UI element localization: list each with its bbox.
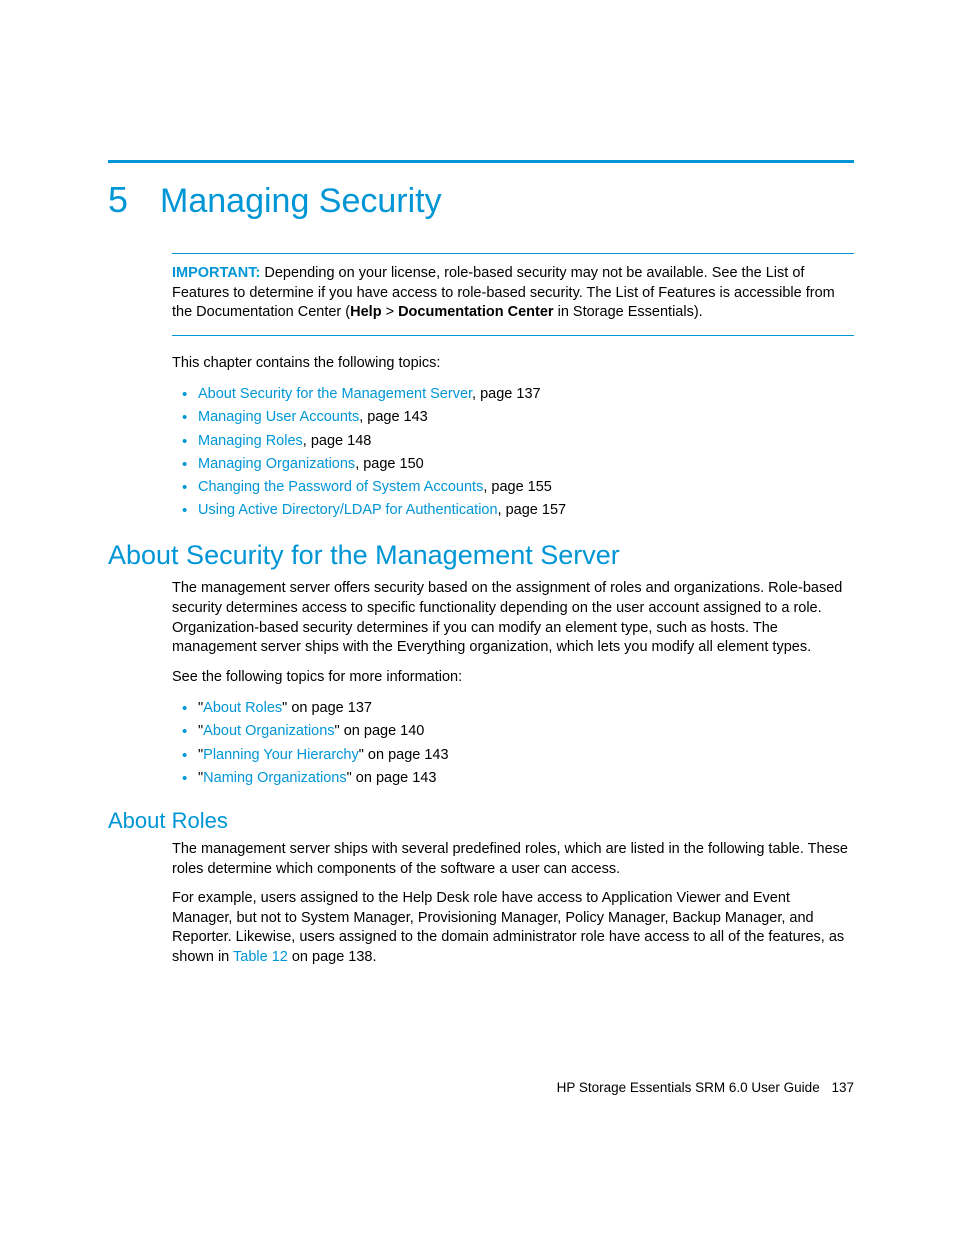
- section2-para2: For example, users assigned to the Help …: [172, 889, 854, 967]
- topic-suffix: , page 143: [359, 409, 428, 425]
- list-item: Managing Organizations, page 150: [172, 453, 854, 476]
- topic-link[interactable]: Using Active Directory/LDAP for Authenti…: [198, 502, 498, 518]
- topic-suffix: , page 155: [483, 479, 552, 495]
- important-callout: IMPORTANT: Depending on your license, ro…: [172, 253, 854, 336]
- q: " on page 137: [282, 700, 372, 716]
- chapter-topics-list: About Security for the Management Server…: [172, 383, 854, 522]
- section1-para1: The management server offers security ba…: [172, 579, 854, 657]
- intro-paragraph: This chapter contains the following topi…: [172, 354, 854, 374]
- topic-suffix: , page 148: [303, 433, 372, 449]
- subsection-heading: About Roles: [108, 808, 854, 834]
- list-item: About Security for the Management Server…: [172, 383, 854, 406]
- subtopics-list: "About Roles" on page 137 "About Organiz…: [172, 697, 854, 790]
- topic-link[interactable]: Changing the Password of System Accounts: [198, 479, 483, 495]
- subtopic-link[interactable]: Planning Your Hierarchy: [203, 747, 359, 763]
- q: " on page 140: [335, 723, 425, 739]
- list-item: "About Roles" on page 137: [172, 697, 854, 720]
- section2-para1: The management server ships with several…: [172, 840, 854, 879]
- list-item: "Planning Your Hierarchy" on page 143: [172, 744, 854, 767]
- chapter-number: 5: [108, 179, 128, 221]
- subtopic-link[interactable]: About Organizations: [203, 723, 334, 739]
- list-item: "About Organizations" on page 140: [172, 720, 854, 743]
- table-link[interactable]: Table 12: [233, 949, 288, 965]
- subtopic-link[interactable]: About Roles: [203, 700, 282, 716]
- list-item: Changing the Password of System Accounts…: [172, 476, 854, 499]
- q: " on page 143: [347, 770, 437, 786]
- q: " on page 143: [359, 747, 449, 763]
- topic-suffix: , page 137: [472, 386, 541, 402]
- page-number: 137: [831, 1080, 854, 1095]
- section-heading: About Security for the Management Server: [108, 540, 854, 571]
- list-item: Managing Roles, page 148: [172, 430, 854, 453]
- page-footer: HP Storage Essentials SRM 6.0 User Guide…: [557, 1080, 854, 1095]
- section2-para2b: on page 138.: [288, 949, 377, 965]
- chapter-header: 5 Managing Security: [108, 179, 854, 221]
- subtopic-link[interactable]: Naming Organizations: [203, 770, 346, 786]
- section1-para2: See the following topics for more inform…: [172, 668, 854, 688]
- topic-link[interactable]: Managing Roles: [198, 433, 303, 449]
- list-item: Managing User Accounts, page 143: [172, 406, 854, 429]
- list-item: "Naming Organizations" on page 143: [172, 767, 854, 790]
- top-rule: [108, 160, 854, 163]
- doc-center-bold: Documentation Center: [398, 304, 554, 320]
- chapter-title: Managing Security: [160, 182, 442, 221]
- footer-text: HP Storage Essentials SRM 6.0 User Guide: [557, 1080, 820, 1095]
- help-bold: Help: [350, 304, 381, 320]
- topic-suffix: , page 150: [355, 456, 424, 472]
- sep: >: [382, 304, 399, 320]
- list-item: Using Active Directory/LDAP for Authenti…: [172, 499, 854, 522]
- topic-suffix: , page 157: [498, 502, 567, 518]
- important-text-b: in Storage Essentials).: [554, 304, 703, 320]
- topic-link[interactable]: Managing Organizations: [198, 456, 355, 472]
- topic-link[interactable]: Managing User Accounts: [198, 409, 359, 425]
- important-label: IMPORTANT:: [172, 265, 260, 281]
- topic-link[interactable]: About Security for the Management Server: [198, 386, 472, 402]
